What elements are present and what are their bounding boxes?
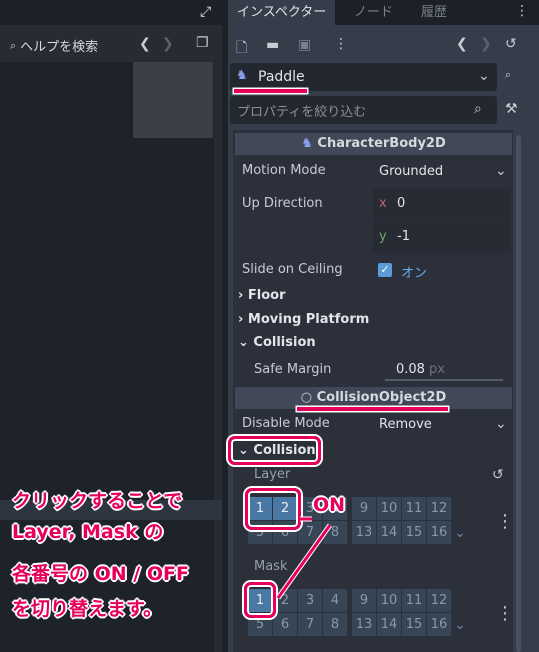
- annotation-text: 各番号の ON / OFF: [12, 563, 189, 585]
- annotation-text: Layer, Mask の: [12, 521, 164, 543]
- on-label: ON: [313, 494, 346, 516]
- annotation-text: を切り替えます。: [12, 598, 163, 620]
- annotation-lines: [275, 516, 333, 600]
- annotation-text: クリックすることで: [12, 490, 183, 512]
